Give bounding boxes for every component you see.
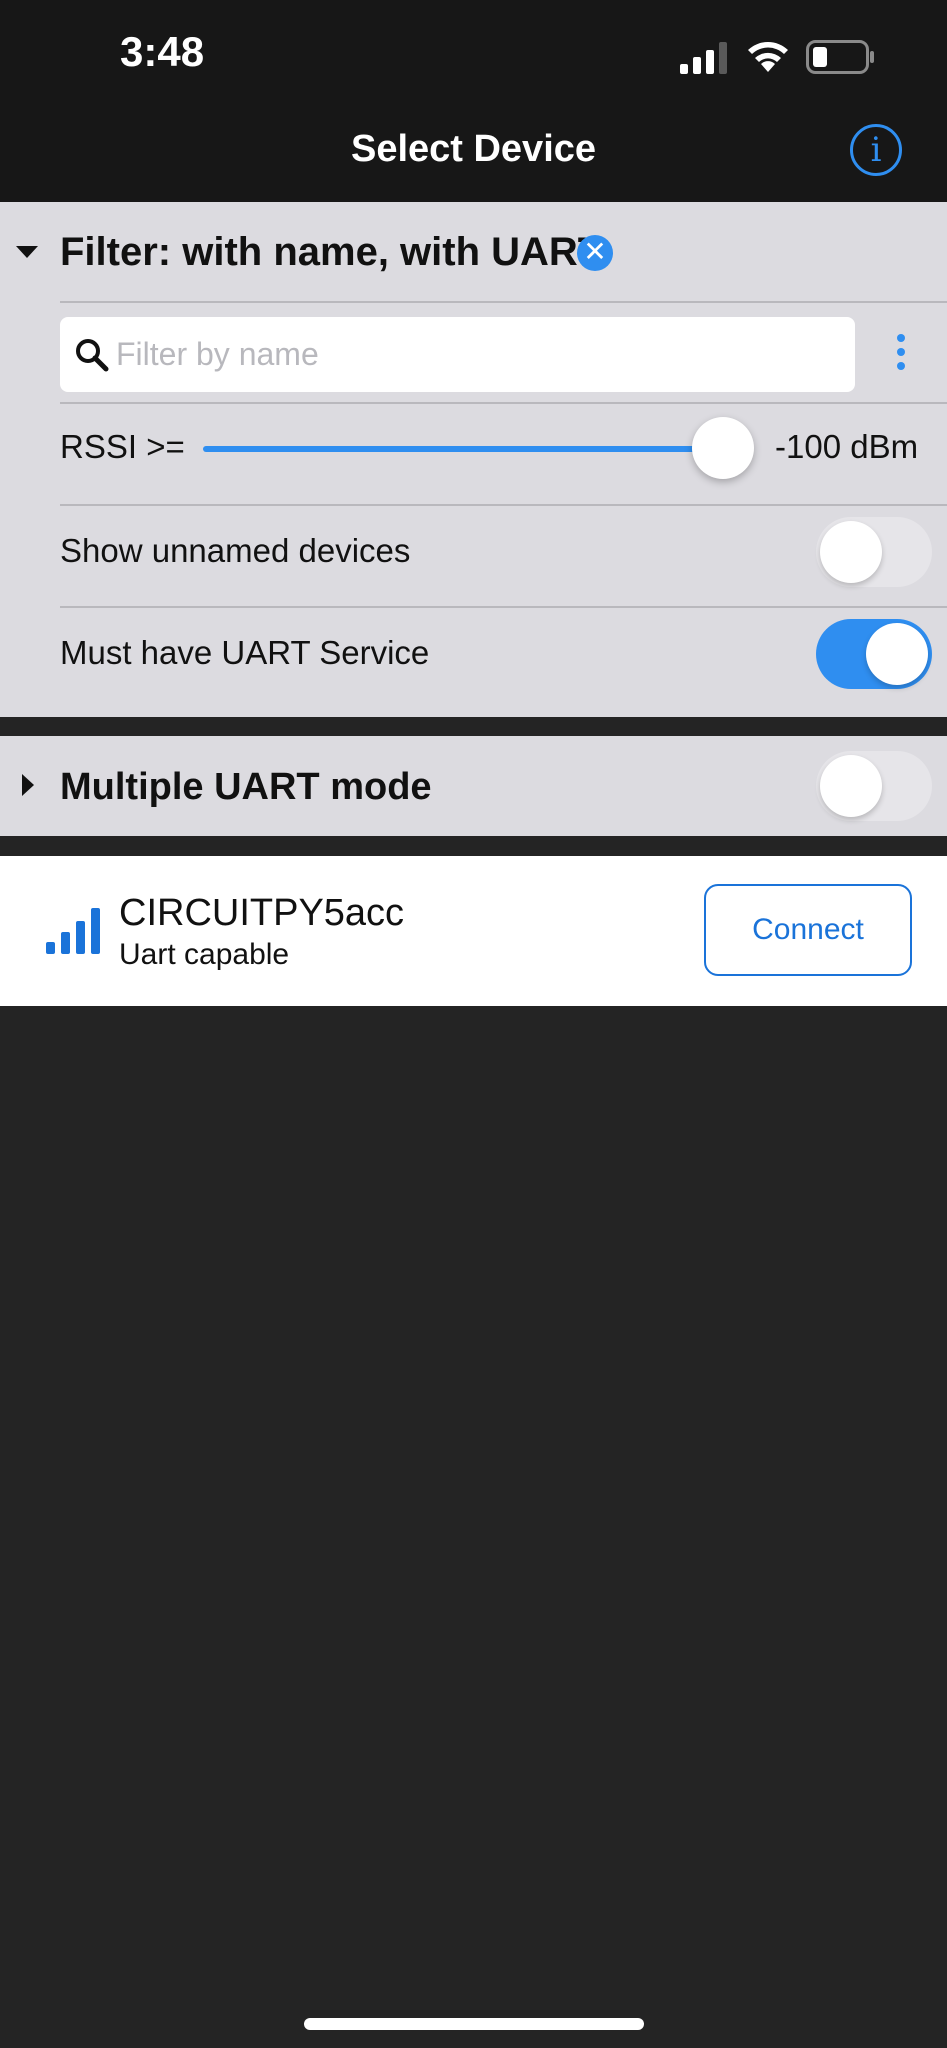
filter-panel: Filter: with name, with UART ✕ RSSI >= -… <box>0 202 947 717</box>
divider <box>60 504 947 506</box>
search-field[interactable] <box>60 317 855 392</box>
device-name: CIRCUITPY5acc <box>119 892 405 934</box>
filter-title[interactable]: Filter: with name, with UART <box>60 230 602 275</box>
toggle-knob <box>866 623 928 685</box>
toggle-knob <box>820 755 882 817</box>
divider <box>60 301 947 303</box>
connect-button[interactable]: Connect <box>704 884 912 976</box>
status-time: 3:48 <box>120 28 205 75</box>
multiple-uart-title[interactable]: Multiple UART mode <box>60 766 432 809</box>
rssi-slider-thumb[interactable] <box>692 417 754 479</box>
filter-header[interactable]: Filter: with name, with UART ✕ <box>0 202 947 302</box>
show-unnamed-label: Show unnamed devices <box>60 532 411 569</box>
divider <box>60 606 947 608</box>
search-icon <box>76 339 109 372</box>
rssi-slider-track[interactable] <box>203 446 723 452</box>
signal-bars-icon <box>46 908 100 954</box>
rssi-label: RSSI >= <box>60 428 185 465</box>
toggle-knob <box>820 521 882 583</box>
search-input[interactable] <box>116 329 836 379</box>
must-have-uart-toggle[interactable] <box>816 619 932 689</box>
show-unnamed-toggle[interactable] <box>816 517 932 587</box>
home-indicator[interactable] <box>304 2018 644 2030</box>
list-item[interactable]: CIRCUITPY5acc Uart capable Connect <box>0 856 947 1006</box>
device-subtitle: Uart capable <box>119 938 290 971</box>
multiple-uart-toggle[interactable] <box>816 751 932 821</box>
clear-filter-icon[interactable]: ✕ <box>577 235 613 271</box>
cellular-signal-icon <box>680 42 727 74</box>
multiple-uart-panel: Multiple UART mode <box>0 736 947 836</box>
divider <box>60 402 947 404</box>
more-options-icon[interactable] <box>886 334 916 378</box>
collapse-triangle-icon[interactable] <box>16 246 38 258</box>
must-have-uart-label: Must have UART Service <box>60 634 430 671</box>
rssi-value: -100 dBm <box>775 428 919 465</box>
expand-triangle-icon[interactable] <box>22 774 34 796</box>
navigation-bar: Select Device i <box>0 110 947 202</box>
status-bar: 3:48 <box>0 0 947 110</box>
page-title: Select Device <box>350 128 597 170</box>
battery-icon <box>806 40 874 74</box>
wifi-icon <box>748 42 788 72</box>
info-icon[interactable]: i <box>850 124 902 176</box>
